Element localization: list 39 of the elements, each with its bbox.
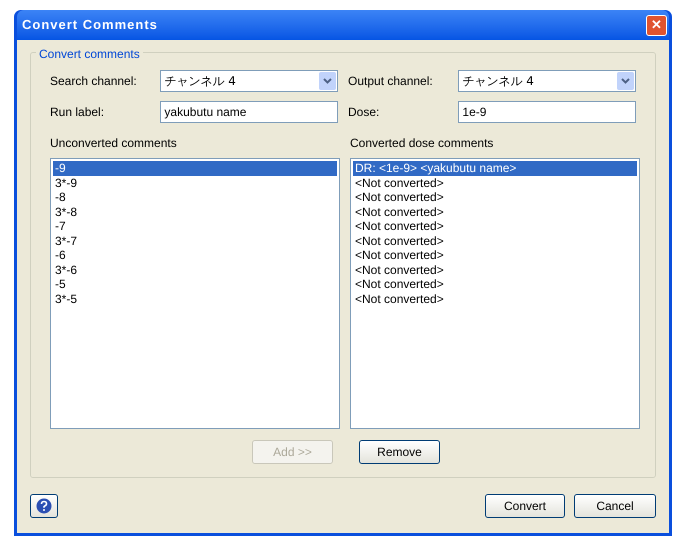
list-item[interactable]: <Not converted> [353,176,637,190]
list-item[interactable]: <Not converted> [353,234,637,248]
list-item[interactable]: <Not converted> [353,277,637,292]
list-item[interactable]: <Not converted> [353,204,637,219]
field-label: Output channel: [348,73,434,90]
list-item[interactable]: -5 [53,277,337,292]
list-item[interactable]: 3*-9 [53,176,337,190]
close-button[interactable]: ✕ [646,14,667,36]
remove-button[interactable]: Remove [359,440,440,464]
list-item[interactable]: 3*-7 [53,234,337,248]
list-item[interactable]: <Not converted> [353,262,637,277]
converted-list[interactable]: DR: <1e-9> <yakubutu name> <Not converted> <Not converted> <Not converted> <Not converted> <Not converted> <Not converted> <Not converted> <Not converted> <Not converted> [350,158,640,429]
list-item[interactable]: -6 [53,248,337,262]
list-item[interactable]: <Not converted> [353,190,637,204]
field-label: Dose: [348,104,380,121]
field-label: Run label: [50,104,106,121]
list-item[interactable]: 3*-5 [53,292,337,306]
dose-field[interactable]: 1e-9 [458,101,636,123]
list-item[interactable]: -8 [53,190,337,204]
list-item[interactable]: -9 [53,161,337,176]
list-item[interactable]: -7 [53,219,337,234]
output-channel-dropdown[interactable]: チャンネル 4 [458,70,636,92]
list-item[interactable]: 3*-6 [53,262,337,277]
list-item[interactable]: <Not converted> [353,248,637,262]
list-item[interactable]: <Not converted> [353,219,637,234]
cancel-button[interactable]: Cancel [574,494,656,518]
list-item[interactable]: DR: <1e-9> <yakubutu name> [353,161,637,176]
convert-button[interactable]: Convert [485,494,565,518]
list-title: Converted dose comments [350,135,494,152]
unconverted-list[interactable]: -9 3*-9 -8 3*-8 -7 3*-7 -6 3*-6 -5 3*-5 [50,158,340,429]
help-button[interactable] [30,494,58,518]
search-channel-dropdown[interactable]: チャンネル 4 [160,70,338,92]
list-item[interactable]: <Not converted> [353,292,637,306]
list-title: Unconverted comments [50,135,178,152]
run-label-field[interactable]: yakubutu name [160,101,338,123]
list-item[interactable]: 3*-8 [53,204,337,219]
field-label: Search channel: [50,73,138,90]
help-icon [36,498,52,514]
window-title: Convert Comments [22,16,158,34]
